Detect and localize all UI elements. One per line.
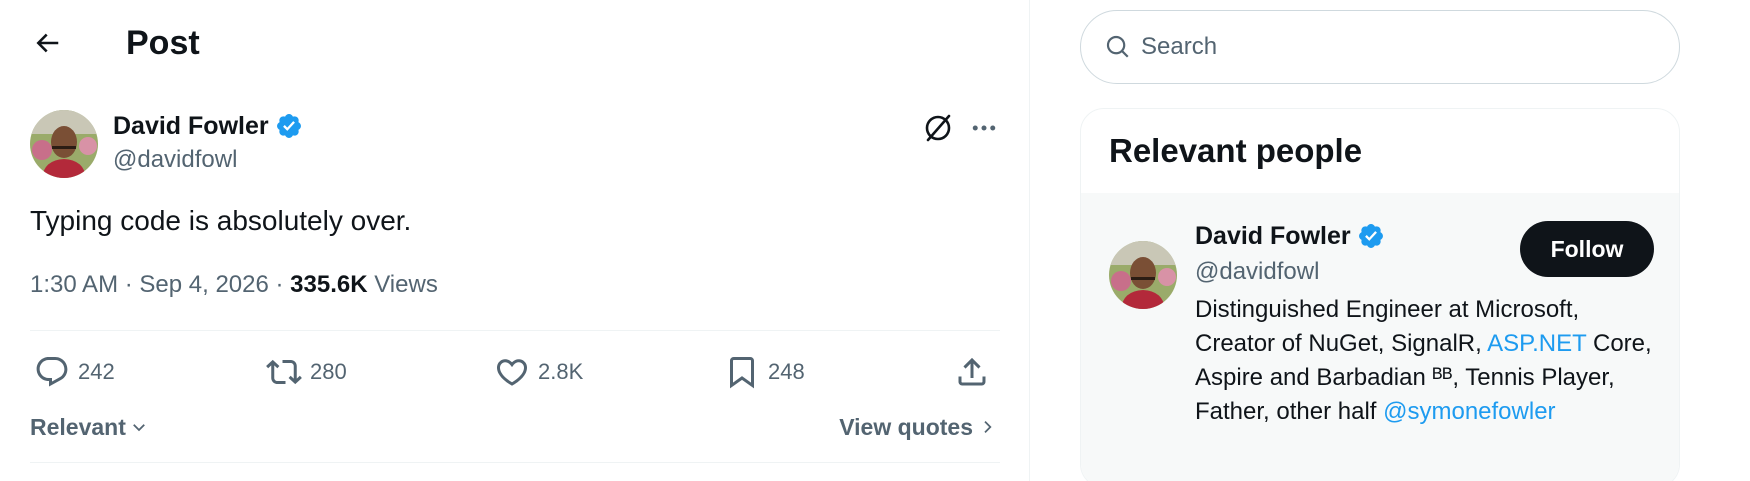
like-icon [496,359,528,386]
post-metadata: 1:30 AM · Sep 4, 2026 · 335.6K Views [30,270,438,300]
view-quotes-link[interactable]: View quotes [839,412,995,442]
share-button[interactable] [954,350,990,394]
author-handle[interactable]: @davidfowl [113,145,237,175]
search-input[interactable] [1141,33,1661,61]
page-title: Post [126,24,200,62]
share-icon [958,357,986,386]
back-arrow-icon [36,33,59,53]
divider [30,330,1000,331]
post-text: Typing code is absolutely over. [30,205,412,236]
search-box[interactable] [1080,10,1680,84]
reply-button[interactable]: 242 [34,350,115,394]
person-name-text: David Fowler [1195,222,1351,250]
back-button[interactable] [26,22,68,64]
divider [30,462,1000,463]
views-count: 335.6K [290,271,368,298]
reply-icon [36,357,68,387]
search-icon [1106,35,1129,58]
bio-link-aspnet[interactable]: ASP.NET [1487,330,1586,357]
chevron-down-icon [132,424,145,432]
repost-icon [266,359,302,385]
author-name-text: David Fowler [113,112,269,140]
grok-icon [925,114,951,142]
person-avatar[interactable] [1109,241,1177,309]
sort-label: Relevant [30,414,126,440]
relevant-people-title: Relevant people [1109,132,1363,169]
author-avatar[interactable] [30,110,98,178]
verified-badge-icon[interactable] [275,112,303,140]
relevant-people-card: Relevant people David Fowler @davidfowl … [1080,108,1680,481]
reply-count: 242 [78,359,115,384]
views-label: Views [367,271,438,298]
repost-button[interactable]: 280 [266,350,347,394]
post-time[interactable]: 1:30 AM [30,271,118,298]
post-date[interactable]: Sep 4, 2026 [139,271,268,298]
person-handle[interactable]: @davidfowl [1195,257,1319,287]
person-name[interactable]: David Fowler [1195,221,1385,251]
reply-sort-dropdown[interactable]: Relevant [30,412,148,442]
post-detail-column: Post David Fowler @davidfowl Typing code… [0,0,1030,481]
bookmark-button[interactable]: 248 [724,350,805,394]
follow-button[interactable]: Follow [1520,221,1654,277]
meta-separator: · [118,271,140,298]
bio-link-mention[interactable]: @symonefowler [1383,398,1555,425]
bookmark-icon [730,357,754,389]
post-header: Post [0,0,1030,86]
like-count: 2.8K [538,359,584,384]
meta-separator: · [268,271,291,298]
more-button[interactable] [964,108,1004,148]
more-icon [972,125,996,131]
person-bio: Distinguished Engineer at Microsoft, Cre… [1195,293,1655,429]
repost-count: 280 [310,359,347,384]
post-actions-bar: 242 280 2.8K 248 [30,350,1000,394]
verified-badge-icon[interactable] [1357,222,1385,250]
bookmark-count: 248 [768,359,805,384]
grok-button[interactable] [918,108,958,148]
sidebar: Relevant people David Fowler @davidfowl … [1030,0,1750,481]
like-button[interactable]: 2.8K [494,350,583,394]
view-quotes-label: View quotes [839,414,973,440]
chevron-right-icon [984,421,992,433]
author-name[interactable]: David Fowler [113,111,303,141]
